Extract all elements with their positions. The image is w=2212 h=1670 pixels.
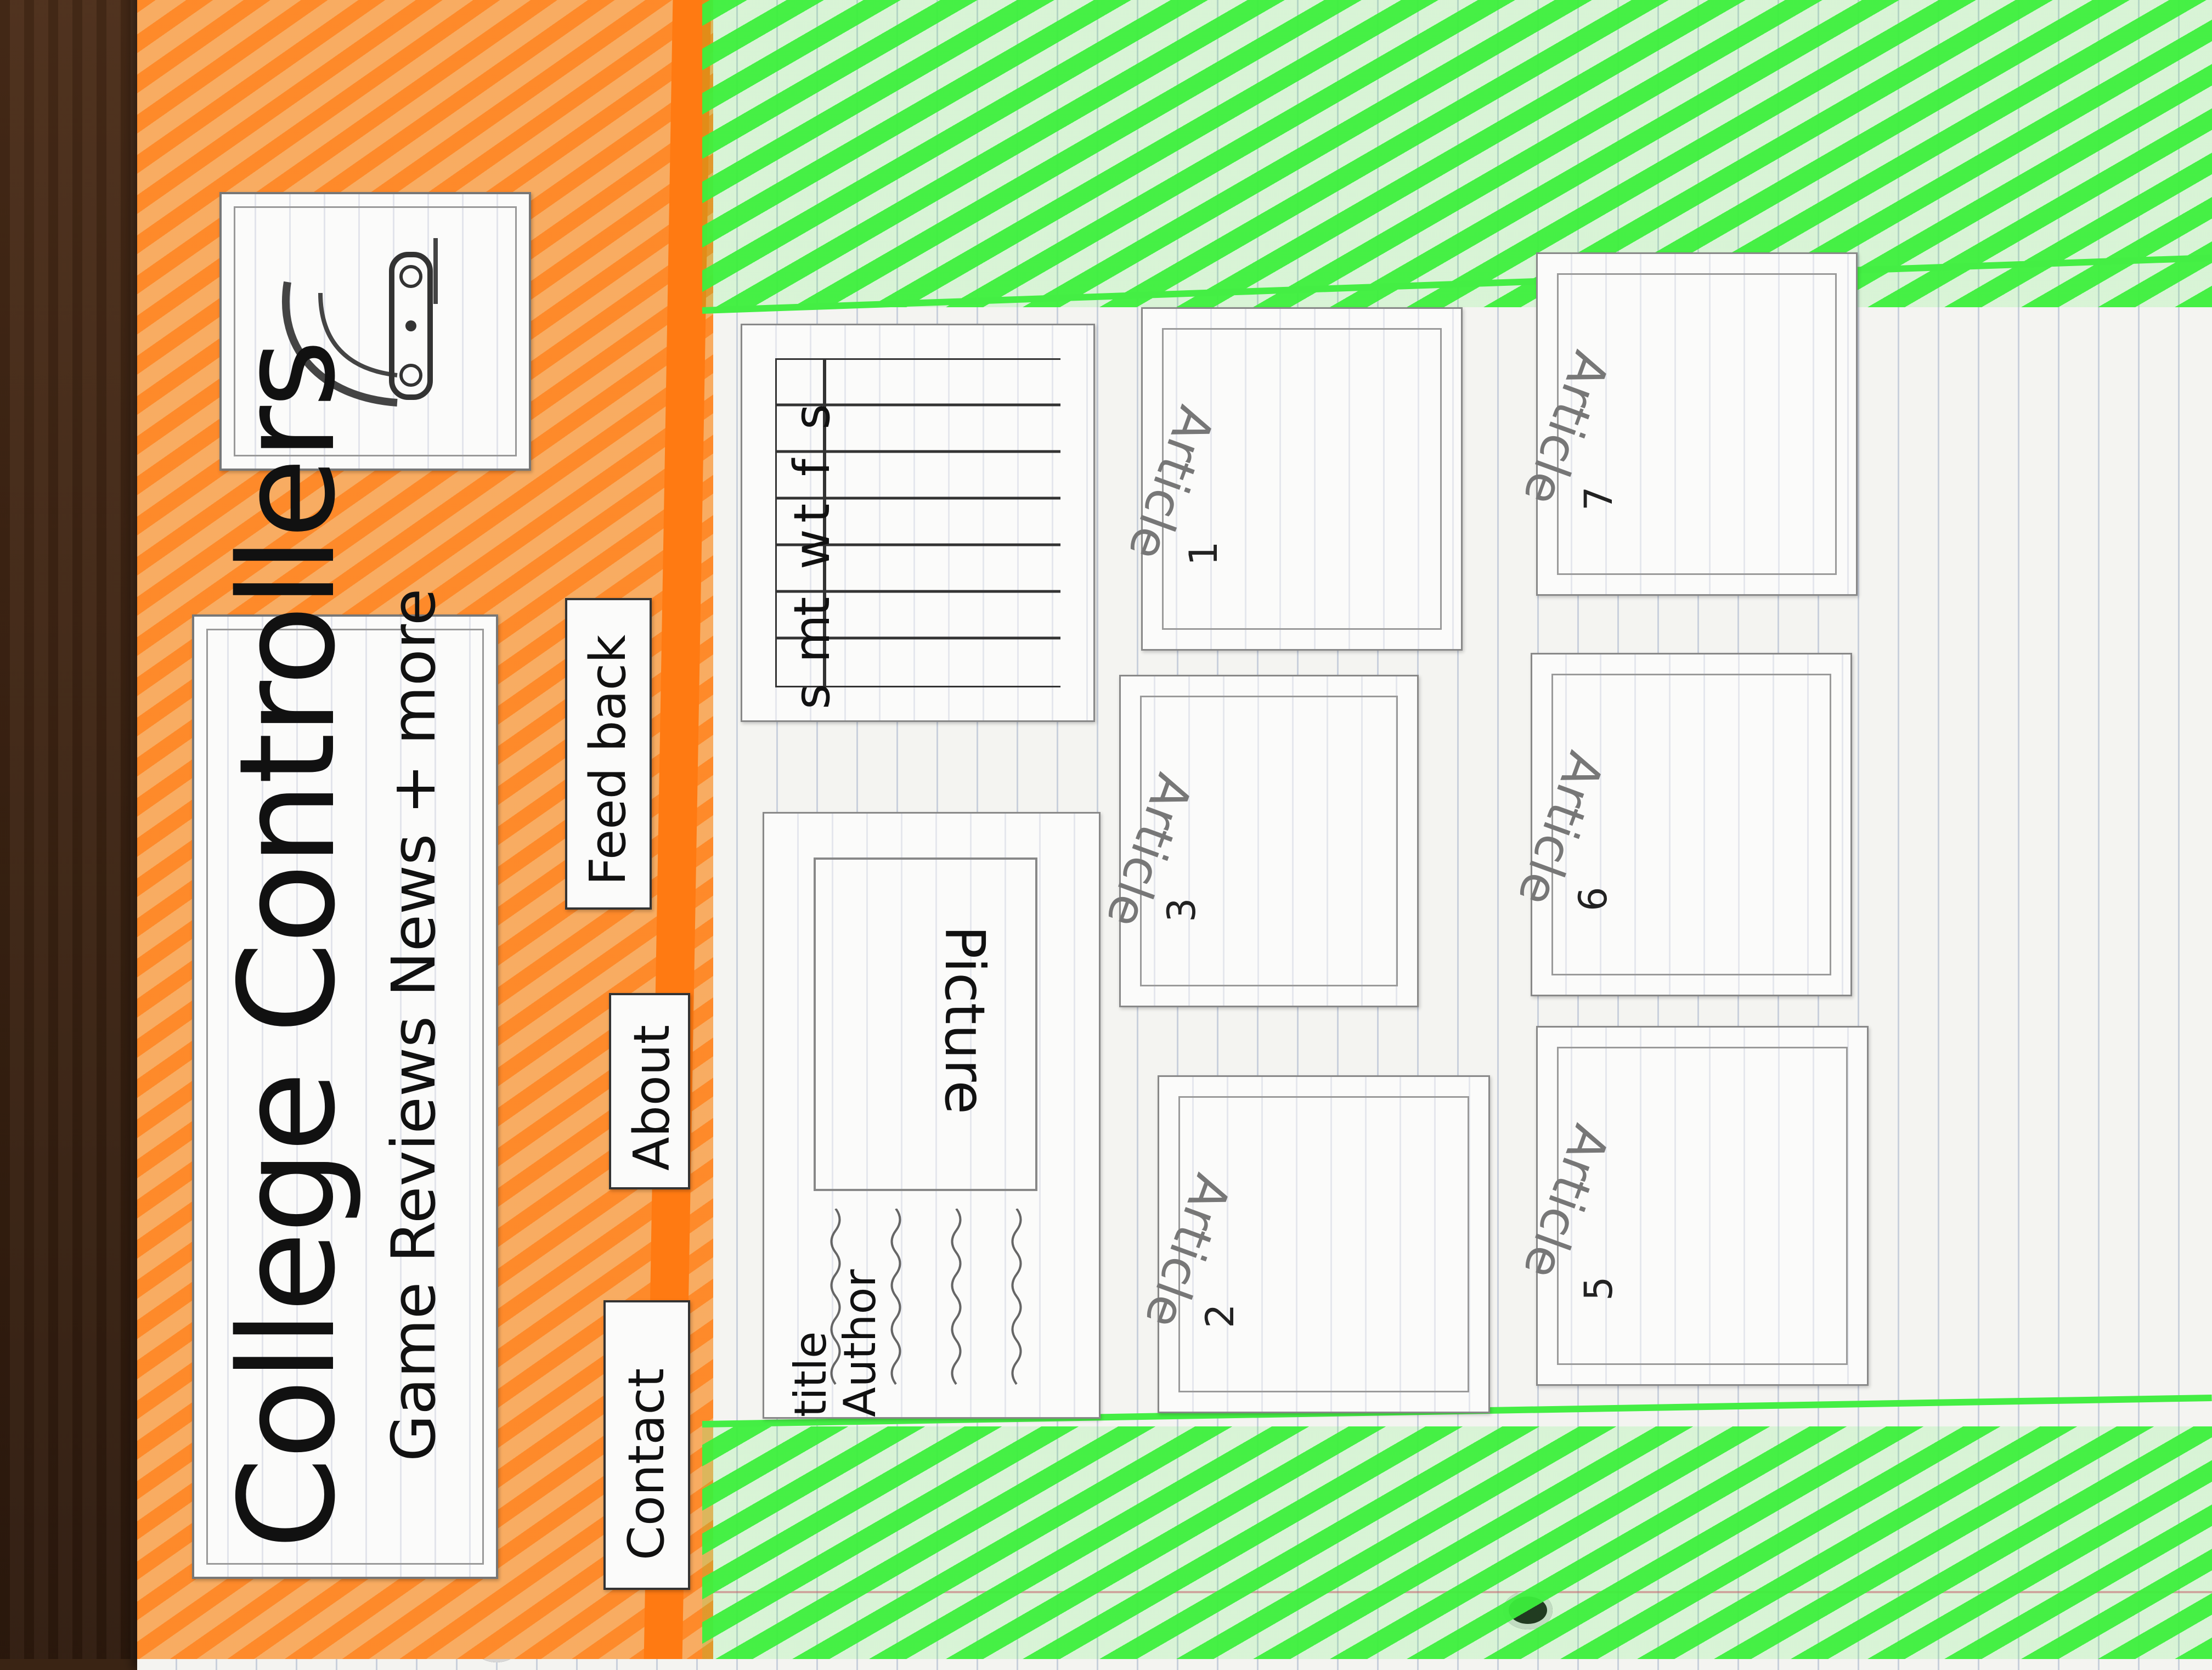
site-title: College Controllers <box>211 341 364 1549</box>
nav-contact-button[interactable]: Contact <box>603 1300 690 1590</box>
article-frame <box>1551 674 1831 975</box>
title-block: College Controllers Game Reviews News + … <box>211 341 479 1549</box>
article-number: 6 <box>1571 887 1616 911</box>
content-band-top <box>702 0 2212 307</box>
article-card-5[interactable]: Article 5 <box>1512 1026 1869 1386</box>
article-number: 5 <box>1576 1276 1621 1301</box>
content-band-bottom <box>702 1426 2212 1659</box>
article-card-2[interactable]: Article 2 <box>1133 1075 1490 1413</box>
article-frame <box>1162 328 1442 630</box>
calendar-day-label: w <box>783 529 841 569</box>
article-frame <box>1178 1096 1469 1392</box>
article-card-1[interactable]: Article 1 <box>1117 307 1463 651</box>
site-title-banner[interactable]: College Controllers Game Reviews News + … <box>192 341 498 1579</box>
photo-scene: College Controllers Game Reviews News + … <box>0 0 2212 1670</box>
article-frame <box>1557 1047 1848 1365</box>
calendar-day-label: m <box>783 614 841 663</box>
article-number: 3 <box>1159 898 1204 922</box>
article-card-3[interactable]: Article 3 <box>1095 675 1419 1007</box>
calendar-widget[interactable]: s m t w t f s <box>741 324 1095 722</box>
article-frame <box>1557 273 1837 575</box>
calendar-day-label: s <box>783 404 841 430</box>
nav-feedback-button[interactable]: Feed back <box>565 598 652 910</box>
calendar-day-label: f <box>783 459 841 476</box>
title-author-label: title Author <box>785 1269 885 1417</box>
nav-contact-label: Contact <box>618 1368 675 1560</box>
article-number: 7 <box>1576 486 1621 511</box>
site-tagline: Game Reviews News + more <box>379 588 449 1462</box>
article-card-7[interactable]: Article 7 <box>1512 252 1858 596</box>
featured-picture: Picture <box>814 857 1037 1191</box>
nav-about-button[interactable]: About <box>609 993 690 1189</box>
calendar-day-label: s <box>783 684 841 709</box>
nav-about-label: About <box>623 1024 681 1171</box>
calendar-day-label: t <box>783 503 841 523</box>
picture-label: Picture <box>933 926 997 1114</box>
featured-article-card[interactable]: Picture title Author <box>763 812 1101 1419</box>
nav-feedback-label: Feed back <box>579 634 637 885</box>
article-number: 2 <box>1198 1304 1243 1328</box>
calendar-day-label: t <box>783 596 841 616</box>
article-number: 1 <box>1181 541 1226 566</box>
article-card-6[interactable]: Article 6 <box>1506 653 1852 996</box>
